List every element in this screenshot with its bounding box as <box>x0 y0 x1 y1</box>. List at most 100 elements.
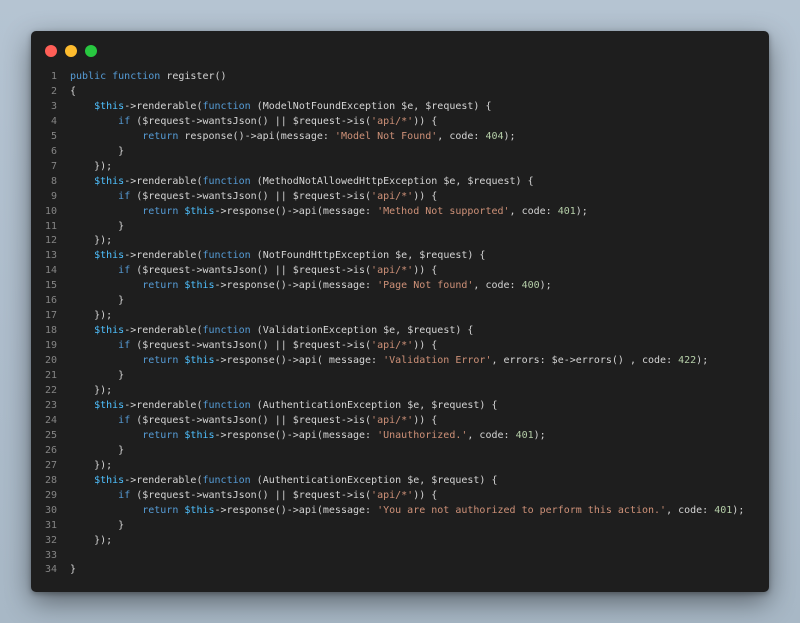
close-window-button[interactable] <box>45 45 57 57</box>
code-token: ); <box>533 429 546 441</box>
code-line: 30 return $this->response()->api(message… <box>31 504 769 519</box>
code-token: if <box>118 414 131 426</box>
code-line: 2{ <box>31 85 769 100</box>
code-token: 'You are not authorized to perform this … <box>377 504 667 516</box>
line-content: if ($request->wantsJson() || $request->i… <box>57 489 769 504</box>
code-token: (AuthenticationException $e, $request) { <box>250 474 498 486</box>
code-token: $this <box>94 399 125 411</box>
code-line: 31 } <box>31 519 769 534</box>
code-token: } <box>70 295 125 307</box>
code-token: ->response()->api(message: <box>214 280 378 292</box>
code-line: 24 if ($request->wantsJson() || $request… <box>31 414 769 429</box>
code-token: $this <box>184 355 215 367</box>
code-line: 18 $this->renderable(function (Validatio… <box>31 324 769 339</box>
line-number: 24 <box>44 414 57 426</box>
code-token: ->renderable( <box>124 325 203 337</box>
line-content: if ($request->wantsJson() || $request->i… <box>57 190 769 205</box>
code-token: } <box>70 519 125 531</box>
line-number: 20 <box>44 355 57 367</box>
line-number: 9 <box>50 190 57 202</box>
code-token: 'Page Not found' <box>377 280 474 292</box>
line-number: 25 <box>44 429 57 441</box>
code-token: $this <box>94 100 125 112</box>
maximize-window-button[interactable] <box>85 45 97 57</box>
line-content: }); <box>57 160 769 175</box>
code-token: $this <box>94 325 125 337</box>
line-number: 13 <box>44 250 57 262</box>
code-token: if <box>118 489 131 501</box>
code-line: 19 if ($request->wantsJson() || $request… <box>31 339 769 354</box>
code-token: return <box>142 504 179 516</box>
code-token: ->renderable( <box>124 250 203 262</box>
code-line: 25 return $this->response()->api(message… <box>31 429 769 444</box>
code-token: 401 <box>515 429 534 441</box>
code-line: 21 } <box>31 369 769 384</box>
code-token: }); <box>70 385 113 397</box>
code-line: 9 if ($request->wantsJson() || $request-… <box>31 190 769 205</box>
code-line: 16 } <box>31 294 769 309</box>
code-token: } <box>70 564 77 576</box>
code-token: } <box>70 220 125 232</box>
line-number: 11 <box>44 220 57 232</box>
line-content: $this->renderable(function (NotFoundHttp… <box>57 249 769 264</box>
line-content: return $this->response()->api(message: '… <box>57 279 769 294</box>
line-content: return $this->response()->api(message: '… <box>57 504 769 519</box>
line-content: public function register() <box>57 70 769 85</box>
code-line: 14 if ($request->wantsJson() || $request… <box>31 264 769 279</box>
line-number: 4 <box>50 115 57 127</box>
code-token: if <box>118 190 131 202</box>
line-number: 21 <box>44 370 57 382</box>
code-token: if <box>118 265 131 277</box>
code-token: { <box>70 85 77 97</box>
code-window: 1 public function register() 2{3 $this->re… <box>31 31 769 592</box>
code-token: function <box>202 399 251 411</box>
line-number: 18 <box>44 325 57 337</box>
line-content: } <box>57 369 769 384</box>
code-token: , code: <box>473 280 522 292</box>
line-number: 31 <box>44 519 57 531</box>
code-token: ); <box>696 355 709 367</box>
code-token: 422 <box>678 355 697 367</box>
code-line: 8 $this->renderable(function (MethodNotA… <box>31 175 769 190</box>
code-line: 22 }); <box>31 384 769 399</box>
code-token: 'Unauthorized.' <box>377 429 468 441</box>
code-line: 34} <box>31 563 769 578</box>
code-editor[interactable]: 1 public function register() 2{3 $this->re… <box>31 70 769 578</box>
line-content: }); <box>57 459 769 474</box>
code-token: return <box>142 429 179 441</box>
line-number: 6 <box>50 145 57 157</box>
code-token: }); <box>70 310 113 322</box>
line-content: if ($request->wantsJson() || $request->i… <box>57 264 769 279</box>
code-token: 400 <box>521 280 540 292</box>
code-token: } <box>70 444 125 456</box>
line-number: 1 <box>50 71 57 82</box>
code-line: 4 if ($request->wantsJson() || $request-… <box>31 115 769 130</box>
code-token: 'Model Not Found' <box>334 130 438 142</box>
code-line: 10 return $this->response()->api(message… <box>31 205 769 220</box>
code-token: register() <box>160 71 227 82</box>
code-token: function <box>202 474 251 486</box>
code-line: 20 return $this->response()->api( messag… <box>31 354 769 369</box>
line-content: }); <box>57 309 769 324</box>
code-token: ->renderable( <box>124 474 203 486</box>
minimize-window-button[interactable] <box>65 45 77 57</box>
code-line: 3 $this->renderable(function (ModelNotFo… <box>31 100 769 115</box>
line-content: $this->renderable(function (Authenticati… <box>57 399 769 414</box>
code-token: function <box>202 175 251 187</box>
code-line: 5 return response()->api(message: 'Model… <box>31 130 769 145</box>
line-number: 17 <box>44 310 57 322</box>
code-token: public function <box>70 71 161 82</box>
line-number: 16 <box>44 295 57 307</box>
code-token: (ValidationException $e, $request) { <box>250 325 474 337</box>
code-token: }); <box>70 160 113 172</box>
code-token: 404 <box>485 130 504 142</box>
code-token: ->renderable( <box>124 175 203 187</box>
line-number: 28 <box>44 474 57 486</box>
